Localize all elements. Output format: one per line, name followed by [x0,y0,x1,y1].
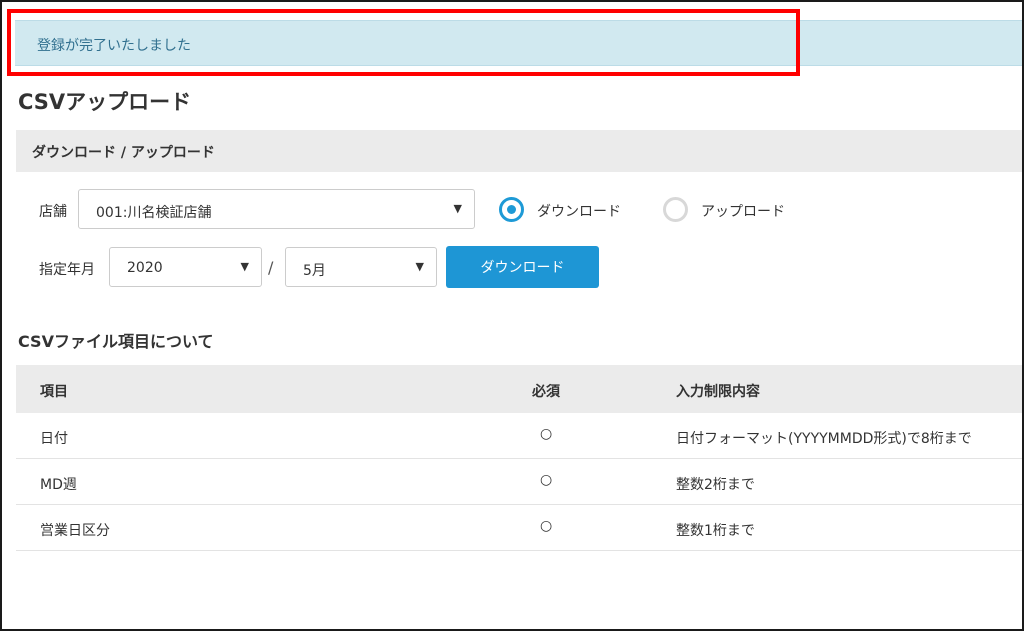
store-select-value: 001:川名検証店舗 [96,205,212,221]
cell-required: ○ [540,472,553,488]
year-select-value: 2020 [127,260,163,276]
date-separator: / [268,258,274,277]
cell-item: 日付 [40,431,68,447]
page-title: CSVアップロード [18,90,192,114]
radio-download-label[interactable]: ダウンロード [537,201,621,221]
store-select[interactable]: 001:川名検証店舗 ▼ [78,189,475,229]
csv-info-title: CSVファイル項目について [18,332,214,351]
alert-message: 登録が完了いたしました [37,38,191,54]
radio-upload[interactable] [663,197,688,222]
cell-constraint: 整数2桁まで [676,477,755,493]
csv-info-table: 項目 必須 入力制限内容 日付 ○ 日付フォーマット(YYYYMMDD形式)で8… [16,365,1022,551]
table-header: 項目 必須 入力制限内容 [16,365,1022,413]
month-select-value: 5月 [303,263,326,279]
download-button[interactable]: ダウンロード [446,246,599,288]
cell-constraint: 整数1桁まで [676,523,755,539]
table-row: MD週 ○ 整数2桁まで [16,459,1022,505]
cell-required: ○ [540,518,553,534]
chevron-down-icon: ▼ [453,202,462,215]
table-row: 日付 ○ 日付フォーマット(YYYYMMDD形式)で8桁まで [16,413,1022,459]
cell-constraint: 日付フォーマット(YYYYMMDD形式)で8桁まで [676,431,972,447]
cell-item: 営業日区分 [40,523,110,539]
cell-required: ○ [540,426,553,442]
month-select[interactable]: 5月 ▼ [285,247,437,287]
table-row: 営業日区分 ○ 整数1桁まで [16,505,1022,551]
year-select[interactable]: 2020 ▼ [109,247,262,287]
radio-upload-label[interactable]: アップロード [701,201,785,221]
header-item: 項目 [40,384,68,400]
cell-item: MD週 [40,477,77,493]
chevron-down-icon: ▼ [415,260,424,273]
screenshot-frame: 登録が完了いたしました CSVアップロード ダウンロード / アップロード 店舗… [0,0,1024,631]
section-title: ダウンロード / アップロード [32,145,215,161]
chevron-down-icon: ▼ [240,260,249,273]
success-alert: 登録が完了いたしました [15,20,1022,66]
header-required: 必須 [532,384,560,400]
date-label: 指定年月 [39,262,95,278]
radio-download[interactable] [499,197,524,222]
store-label: 店舗 [39,204,67,220]
section-header: ダウンロード / アップロード [16,130,1022,172]
header-constraint: 入力制限内容 [676,384,760,400]
